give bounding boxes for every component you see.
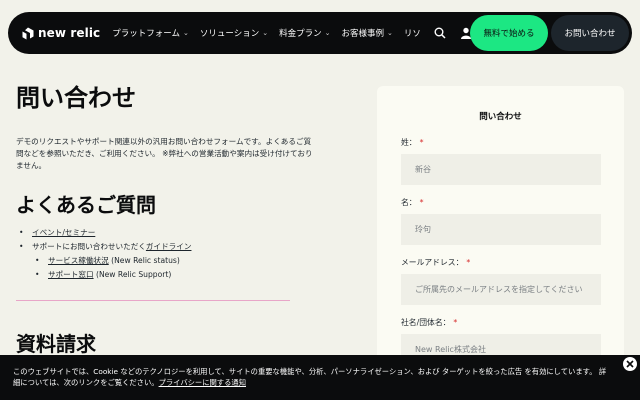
field-placeholder: New Relic株式会社 <box>415 345 486 354</box>
faq-link-support[interactable]: サポート窓口 <box>48 270 94 279</box>
faq-text: (New Relic status) <box>108 256 180 265</box>
nav-item-label: 料金プラン <box>279 29 322 39</box>
faq-link-status[interactable]: サービス稼働状況 <box>48 256 109 265</box>
new-relic-logo[interactable]: new relic <box>22 26 100 40</box>
nav-item-platform[interactable]: プラットフォーム ⌄ <box>112 27 189 39</box>
logo-text: new relic <box>38 26 101 40</box>
chevron-down-icon: ⌄ <box>183 29 189 37</box>
chevron-down-icon: ⌄ <box>387 29 393 37</box>
list-item: サービス稼働状況 (New Relic status) <box>32 254 316 268</box>
intro-text: デモのリクエストやサポート関連以外の汎用お問い合わせフォームです。よくあるご質問… <box>16 137 313 170</box>
list-item: サポートにお問い合わせいただくガイドライン サービス稼働状況 (New Reli… <box>16 240 316 282</box>
chevron-down-icon: ⌄ <box>262 29 269 37</box>
list-item: イベント/セミナー <box>16 226 316 240</box>
nav-item-customers[interactable]: お客様事例 ⌄ <box>341 27 392 39</box>
free-trial-button[interactable]: 無料で始める <box>470 15 548 51</box>
first-name-field[interactable]: 玲句 <box>401 214 601 245</box>
nav-item-label: ソリューション <box>199 29 260 39</box>
cookie-close-button[interactable] <box>623 357 637 371</box>
nav-icon-group <box>424 12 472 54</box>
field-label-text: 姓： <box>401 138 417 147</box>
faq-text: サポートにお問い合わせいただく <box>32 242 146 251</box>
required-mark: * <box>419 138 424 147</box>
page-title: 問い合わせ <box>16 84 136 112</box>
last-name-field[interactable]: 新谷 <box>401 154 601 185</box>
faq-list: イベント/セミナー サポートにお問い合わせいただくガイドライン サービス稼働状況… <box>16 226 316 282</box>
contact-button[interactable]: お問い合わせ <box>551 15 629 51</box>
nav-item-solutions[interactable]: ソリューション ⌄ <box>200 27 268 39</box>
field-placeholder: ご所属先のメールアドレスを指定してください <box>415 285 583 294</box>
faq-link-events[interactable]: イベント/セミナー <box>32 228 95 237</box>
faq-sublist: サービス稼働状況 (New Relic status) サポート窓口 (New … <box>32 254 316 282</box>
nav-item-label: お客様事例 <box>341 29 384 39</box>
company-label: 社名/団体名： * <box>401 317 457 328</box>
field-label-text: 社名/団体名： <box>401 318 451 327</box>
main-content: 問い合わせ デモのリクエストやサポート関連以外の汎用お問い合わせフォームです。よ… <box>16 82 316 282</box>
top-navigation: new relic プラットフォーム ⌄ ソリューション ⌄ 料金プラン ⌄ お… <box>8 12 632 54</box>
docs-request-heading: 資料請求 <box>16 332 96 356</box>
form-title: 問い合わせ <box>479 112 522 122</box>
cookie-text: このウェブサイトでは、Cookie などのテクノロジーを利用して、サイトの重要な… <box>13 367 607 387</box>
cookie-banner: このウェブサイトでは、Cookie などのテクノロジーを利用して、サイトの重要な… <box>0 355 640 400</box>
faq-text: (New Relic Support) <box>93 270 172 279</box>
search-icon[interactable] <box>434 27 446 39</box>
required-mark: * <box>453 318 458 327</box>
email-field[interactable]: ご所属先のメールアドレスを指定してください <box>401 274 601 305</box>
field-label-text: メールアドレス： <box>401 258 464 267</box>
nav-item-label: リソ <box>403 29 421 39</box>
field-placeholder: 新谷 <box>415 165 431 174</box>
chevron-down-icon: ⌄ <box>324 29 331 37</box>
contact-form: 問い合わせ 姓： * 新谷 名： * 玲句 メールアドレス： * ご所属先のメールアド… <box>377 86 624 400</box>
faq-link-guidelines[interactable]: ガイドライン <box>146 242 192 251</box>
privacy-notice-link[interactable]: プライバシーに関する通知 <box>159 378 246 387</box>
last-name-label: 姓： * <box>401 137 424 148</box>
section-divider <box>16 300 290 301</box>
field-placeholder: 玲句 <box>415 225 431 234</box>
nav-item-pricing[interactable]: 料金プラン ⌄ <box>279 27 330 39</box>
close-icon <box>626 360 634 368</box>
first-name-label: 名： * <box>401 197 424 208</box>
nav-item-label: プラットフォーム <box>112 29 180 39</box>
list-item: サポート窓口 (New Relic Support) <box>32 268 316 282</box>
required-mark: * <box>419 198 424 207</box>
email-label: メールアドレス： * <box>401 257 470 268</box>
nav-item-resources[interactable]: リソ <box>404 27 421 39</box>
field-label-text: 名： <box>401 198 417 207</box>
required-mark: * <box>466 258 471 267</box>
faq-heading: よくあるご質問 <box>16 193 156 217</box>
new-relic-logo-icon <box>22 27 34 39</box>
